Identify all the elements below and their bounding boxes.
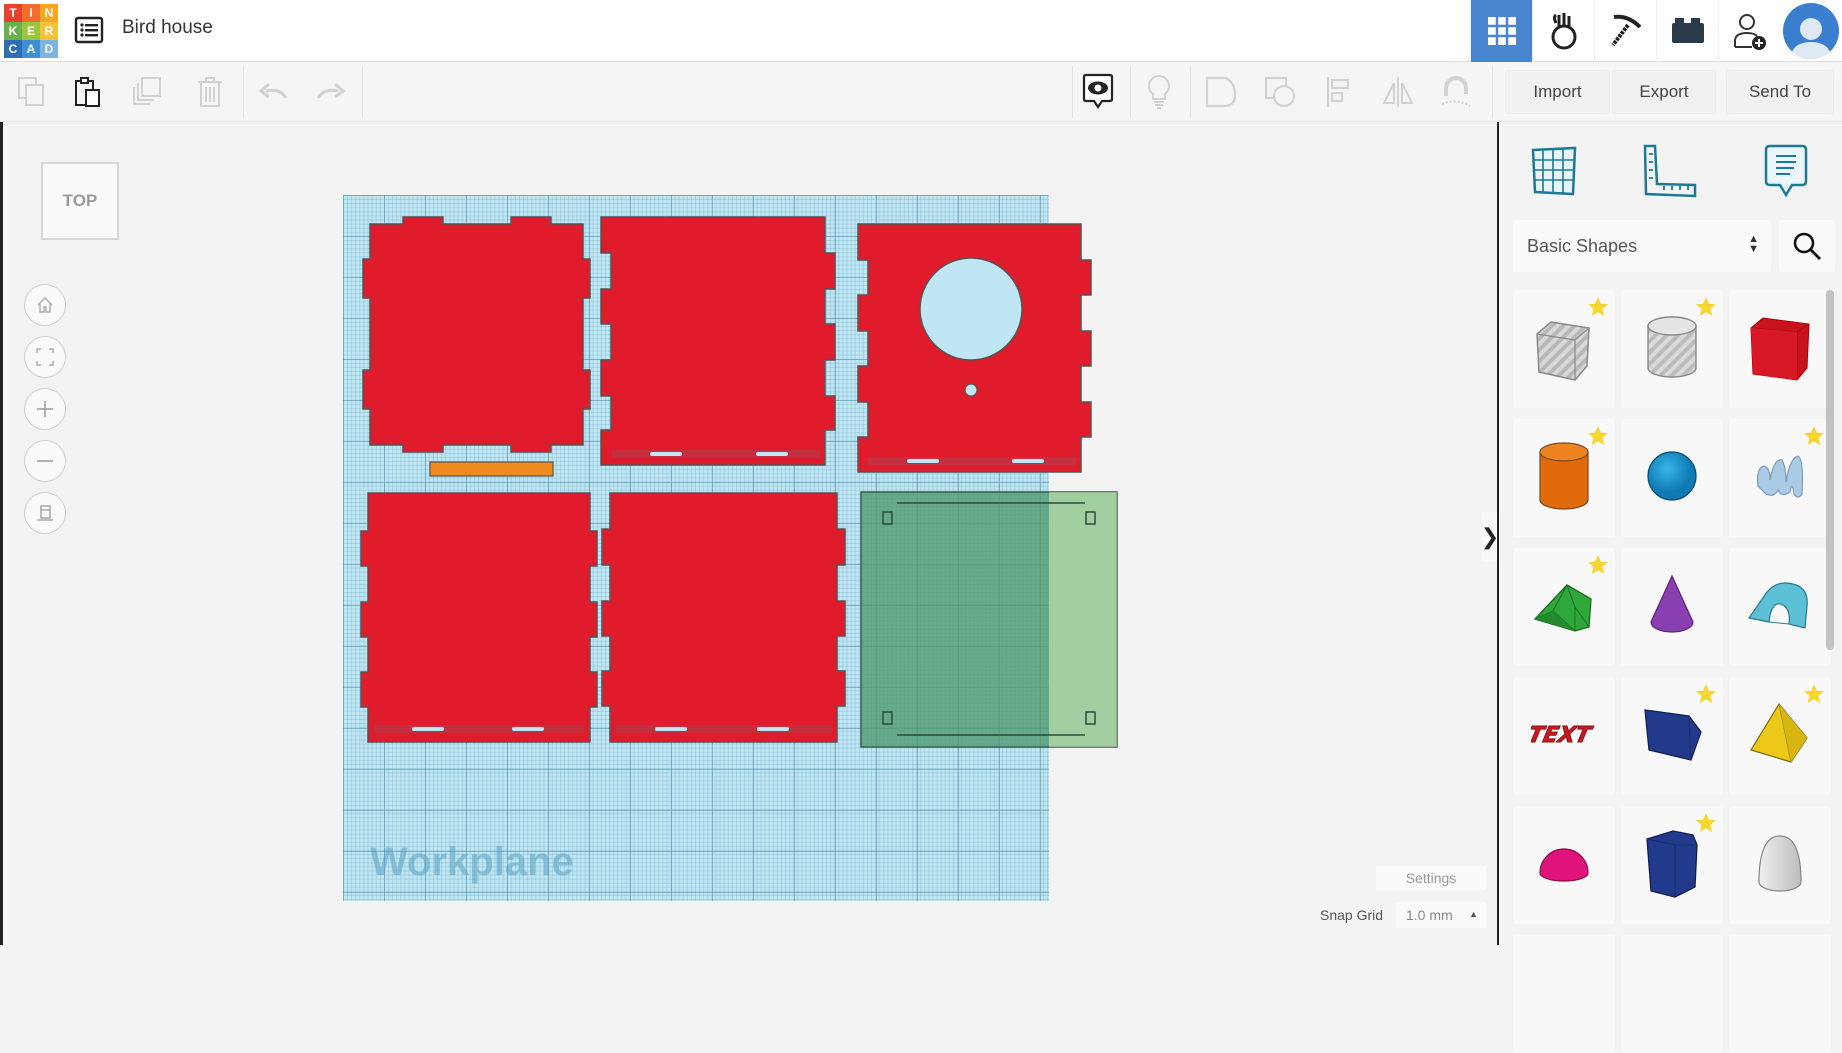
cone-icon <box>1647 574 1697 641</box>
shape-tile-box-hole[interactable] <box>1513 290 1615 408</box>
profile-avatar[interactable] <box>1783 3 1839 59</box>
entrance-hole <box>919 257 1023 361</box>
right-wall-shape[interactable] <box>601 492 846 743</box>
box-hole-icon <box>1529 312 1599 387</box>
box-icon <box>1745 312 1815 387</box>
snap-grid-value: 1.0 mm <box>1406 907 1453 923</box>
cylinder-icon <box>1536 440 1592 517</box>
plate-overhang <box>1049 492 1117 747</box>
favorite-star-icon[interactable] <box>1695 812 1717 834</box>
shape-tile-cone[interactable] <box>1621 548 1723 666</box>
workplane-grid-icon <box>1531 146 1577 196</box>
cylinder-hole-icon <box>1642 312 1702 387</box>
back-panel-shape[interactable] <box>600 216 836 466</box>
text-icon: TEXT <box>1525 714 1597 759</box>
slot-strip <box>616 725 832 733</box>
slot-strip <box>612 450 820 458</box>
export-button[interactable]: Export <box>1612 70 1716 114</box>
brick-icon <box>1671 18 1704 43</box>
send-to-button[interactable]: Send To <box>1726 70 1834 114</box>
favorite-star-icon[interactable] <box>1803 425 1825 447</box>
left-wall-shape[interactable] <box>360 492 598 743</box>
slot <box>757 727 789 731</box>
design-shapes <box>360 216 1118 748</box>
snap-grid-label: Snap Grid <box>1320 907 1384 923</box>
shape-tile-half-sphere[interactable] <box>1513 806 1615 924</box>
sphere-icon <box>1645 449 1699 508</box>
shapes-panel: Basic Shapes ▲ ▼ TEXT <box>1497 122 1842 1053</box>
shape-tile[interactable] <box>1621 935 1723 1053</box>
half-sphere-icon <box>1537 843 1591 888</box>
notes-tool-button[interactable] <box>1751 140 1821 202</box>
shape-tile-scribble[interactable] <box>1729 419 1831 537</box>
shape-search-button[interactable] <box>1779 220 1835 272</box>
favorite-star-icon[interactable] <box>1803 683 1825 705</box>
paraboloid-icon <box>1755 832 1805 899</box>
settings-button[interactable]: Settings <box>1376 866 1486 890</box>
shape-tile-cylinder-hole[interactable] <box>1621 290 1723 408</box>
scribble-icon <box>1752 446 1808 511</box>
shapes-scrollbar[interactable] <box>1826 290 1834 650</box>
shape-tile-box[interactable] <box>1729 290 1831 408</box>
shape-tile-polygon[interactable] <box>1621 677 1723 795</box>
caret-up-icon: ▲ <box>1469 909 1478 919</box>
favorite-star-icon[interactable] <box>1695 683 1717 705</box>
slot-strip <box>868 457 1076 465</box>
workplane-tool-button[interactable] <box>1519 140 1589 202</box>
search-icon <box>1793 232 1821 260</box>
add-user-icon <box>1733 14 1766 50</box>
snap-grid-select[interactable]: 1.0 mm ▲ <box>1396 902 1486 928</box>
favorite-star-icon[interactable] <box>1587 425 1609 447</box>
slot <box>1012 459 1044 463</box>
ruler-icon <box>1643 144 1697 198</box>
shape-tile-cylinder[interactable] <box>1513 419 1615 537</box>
shape-tile-paraboloid[interactable] <box>1729 806 1831 924</box>
slot-strip <box>374 725 584 733</box>
slot <box>907 459 939 463</box>
favorite-star-icon[interactable] <box>1587 296 1609 318</box>
shape-tile-round-roof[interactable] <box>1729 548 1831 666</box>
circuits-button[interactable] <box>1532 0 1594 62</box>
slot <box>655 727 687 731</box>
circuits-icon <box>1551 13 1576 50</box>
collapse-panel-button[interactable]: ❯ <box>1481 512 1499 562</box>
pyramid-icon <box>1749 702 1811 771</box>
avatar-icon <box>1790 18 1832 59</box>
polygon-prism-icon <box>1645 827 1699 904</box>
invite-user-button[interactable] <box>1718 0 1780 62</box>
shape-category-select[interactable]: Basic Shapes ▲ ▼ <box>1513 220 1771 272</box>
shape-tile[interactable] <box>1729 935 1831 1053</box>
import-button[interactable]: Import <box>1505 70 1610 114</box>
perch-hole <box>964 383 978 397</box>
lego-button[interactable] <box>1656 0 1718 62</box>
round-roof-icon <box>1747 578 1813 637</box>
favorite-star-icon[interactable] <box>1587 554 1609 576</box>
roof-icon <box>1531 577 1597 638</box>
svg-text:TEXT: TEXT <box>1531 722 1595 748</box>
shape-tile-pyramid[interactable] <box>1729 677 1831 795</box>
top-right-menu <box>1470 0 1842 62</box>
shape-tile-roof[interactable] <box>1513 548 1615 666</box>
slot <box>412 727 444 731</box>
minecraft-button[interactable] <box>1594 0 1656 62</box>
polygon-icon <box>1639 706 1705 767</box>
shape-tile-polygon-prism[interactable] <box>1621 806 1723 924</box>
slot <box>512 727 544 731</box>
slot <box>756 452 788 456</box>
favorite-star-icon[interactable] <box>1695 296 1717 318</box>
shape-tile-sphere[interactable] <box>1621 419 1723 537</box>
ruler-tool-button[interactable] <box>1635 140 1705 202</box>
select-arrows-icon: ▲ ▼ <box>1748 233 1759 255</box>
pickaxe-icon <box>1610 14 1641 47</box>
shape-category-value: Basic Shapes <box>1527 235 1638 256</box>
slot <box>650 452 682 456</box>
orange-strip-shape[interactable] <box>429 461 554 477</box>
shape-tile[interactable] <box>1513 935 1615 1053</box>
note-icon <box>1764 144 1808 198</box>
side-panel-shape[interactable] <box>362 216 591 453</box>
shape-tile-text[interactable]: TEXT <box>1513 677 1615 795</box>
